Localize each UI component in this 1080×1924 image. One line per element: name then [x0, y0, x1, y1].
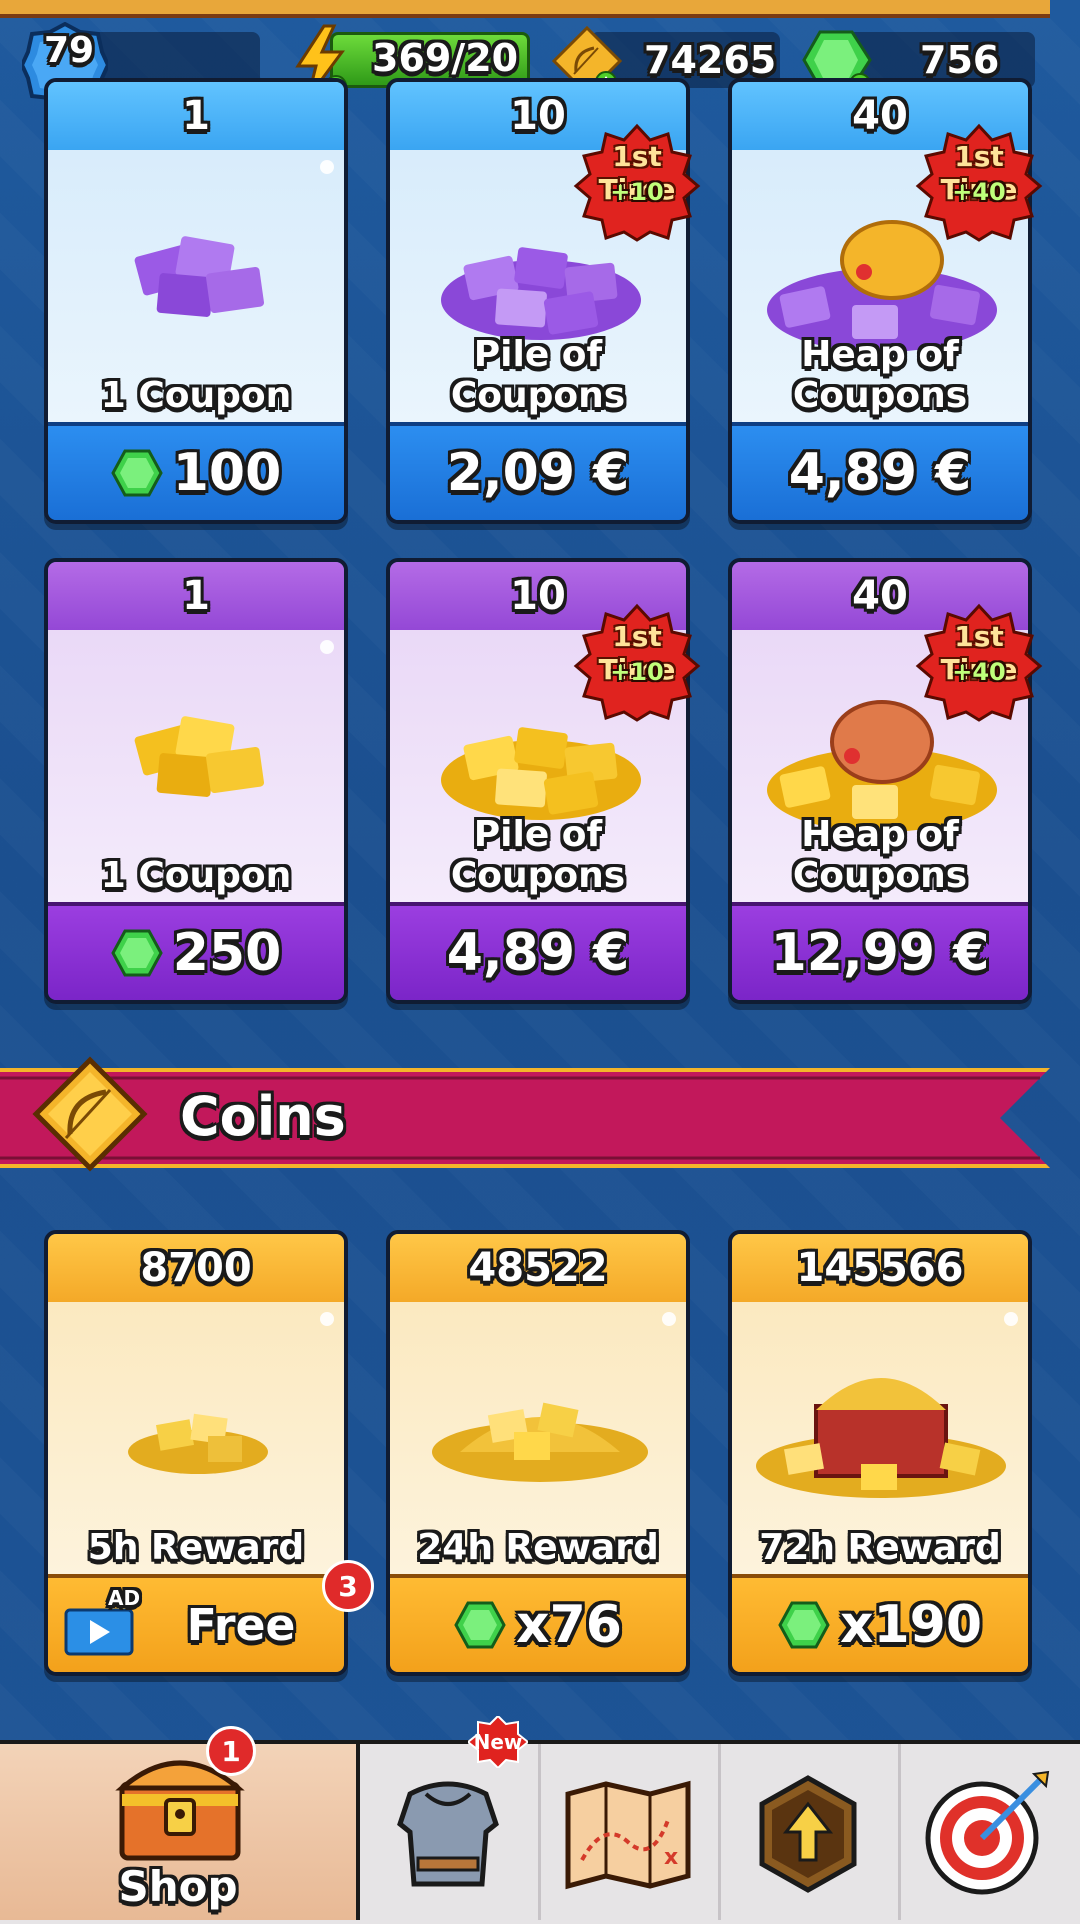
offer-image: 5h Reward — [48, 1302, 344, 1574]
offer-image: 24h Reward — [390, 1302, 686, 1574]
info-dot — [320, 640, 334, 654]
price-button[interactable]: 100 — [48, 422, 344, 520]
nav-tab-map[interactable]: x — [538, 1744, 721, 1920]
coin-chest-icon — [756, 1378, 1006, 1498]
offer-name: 24h Reward — [417, 1527, 659, 1568]
offer-name: 1 Coupon — [100, 375, 292, 416]
coin-pile-medium-icon — [432, 1402, 648, 1482]
info-dot — [662, 1312, 676, 1326]
info-dot — [320, 1312, 334, 1326]
coins-value: 74265 — [644, 38, 777, 82]
coin-offer-card[interactable]: 145566 72h Reward x190 — [728, 1230, 1032, 1676]
first-time-badge: 1st Time +10 — [572, 602, 702, 722]
info-dot — [1004, 1312, 1018, 1326]
gem-icon — [778, 1601, 830, 1649]
price-value: x76 — [516, 1595, 622, 1655]
watch-ad-button[interactable]: AD Free — [48, 1574, 344, 1672]
svg-text:x: x — [664, 1845, 678, 1870]
offer-name: Pile of Coupons — [450, 334, 626, 416]
offer-name: 72h Reward — [759, 1527, 1001, 1568]
notification-badge: 1 — [206, 1726, 256, 1776]
upgrade-arrow-icon — [759, 1775, 857, 1893]
nav-tab-upgrade[interactable] — [718, 1744, 901, 1920]
ad-label: AD — [108, 1586, 141, 1610]
price-button[interactable]: 12,99 € — [732, 902, 1028, 1000]
first-time-badge: 1st Time +40 — [914, 122, 1044, 242]
coupon-offer-card[interactable]: 1 1 Coupon 250 — [44, 558, 348, 1004]
offer-name: Heap of Coupons — [792, 814, 968, 896]
offer-amount: 48522 — [390, 1234, 686, 1302]
price-value: x190 — [839, 1595, 983, 1655]
offer-count: 1 — [48, 82, 344, 150]
offer-image: 72h Reward — [732, 1302, 1028, 1574]
armor-icon — [397, 1781, 499, 1887]
price-button[interactable]: x190 — [732, 1574, 1028, 1672]
offer-name: 1 Coupon — [100, 855, 292, 896]
gems-value: 756 — [920, 38, 1000, 82]
offer-name: 5h Reward — [87, 1527, 305, 1568]
price-value: 4,89 € — [446, 923, 630, 983]
new-label: New — [473, 1730, 523, 1754]
target-icon — [925, 1770, 1050, 1895]
new-badge: New — [468, 1716, 528, 1768]
purple-coupon-icon — [134, 236, 265, 317]
gem-icon — [111, 929, 163, 977]
section-title: Coins — [180, 1085, 346, 1148]
price-value: 100 — [172, 443, 282, 503]
coin-bow-icon — [32, 1056, 148, 1172]
offer-name: Pile of Coupons — [450, 814, 626, 896]
first-time-badge: 1st Time +40 — [914, 602, 1044, 722]
nav-tab-targets[interactable] — [898, 1744, 1080, 1920]
gem-icon — [111, 449, 163, 497]
nav-tab-label: Shop — [118, 1862, 238, 1911]
treasure-map-icon: x — [565, 1780, 691, 1890]
price-button[interactable]: 4,89 € — [390, 902, 686, 1000]
coin-pile-small-icon — [128, 1413, 268, 1474]
price-button[interactable]: 2,09 € — [390, 422, 686, 520]
price-button[interactable]: x76 — [390, 1574, 686, 1672]
price-button[interactable]: 250 — [48, 902, 344, 1000]
offer-image: 1 Coupon — [48, 150, 344, 422]
price-button[interactable]: 4,89 € — [732, 422, 1028, 520]
offer-image: 1 Coupon — [48, 630, 344, 902]
notification-badge: 3 — [322, 1560, 374, 1612]
top-banner-edge — [0, 0, 1050, 18]
first-time-bonus: +10 — [610, 658, 664, 686]
coin-offer-card[interactable]: 8700 5h Reward AD Free — [44, 1230, 348, 1676]
nav-tab-equipment[interactable] — [356, 1744, 541, 1920]
price-value: 12,99 € — [770, 923, 990, 983]
nav-tab-shop[interactable]: Shop — [0, 1744, 360, 1920]
price-value: Free — [186, 1599, 296, 1651]
gem-icon — [454, 1601, 506, 1649]
price-value: 4,89 € — [788, 443, 972, 503]
coin-offer-card[interactable]: 48522 24h Reward x76 — [386, 1230, 690, 1676]
price-value: 2,09 € — [446, 443, 630, 503]
first-time-bonus: +40 — [952, 658, 1006, 686]
energy-value: 369/20 — [372, 36, 519, 80]
offer-name: Heap of Coupons — [792, 334, 968, 416]
offer-amount: 8700 — [48, 1234, 344, 1302]
info-dot — [320, 160, 334, 174]
coins-section-banner — [0, 1068, 1050, 1168]
first-time-bonus: +40 — [952, 178, 1006, 206]
first-time-bonus: +10 — [610, 178, 664, 206]
gold-coupon-icon — [134, 716, 265, 797]
price-value: 250 — [172, 923, 282, 983]
offer-amount: 145566 — [732, 1234, 1028, 1302]
coupon-offer-card[interactable]: 1 1 Coupon 100 — [44, 78, 348, 524]
offer-count: 1 — [48, 562, 344, 630]
first-time-badge: 1st Time +10 — [572, 122, 702, 242]
level-number: 79 — [44, 30, 95, 71]
